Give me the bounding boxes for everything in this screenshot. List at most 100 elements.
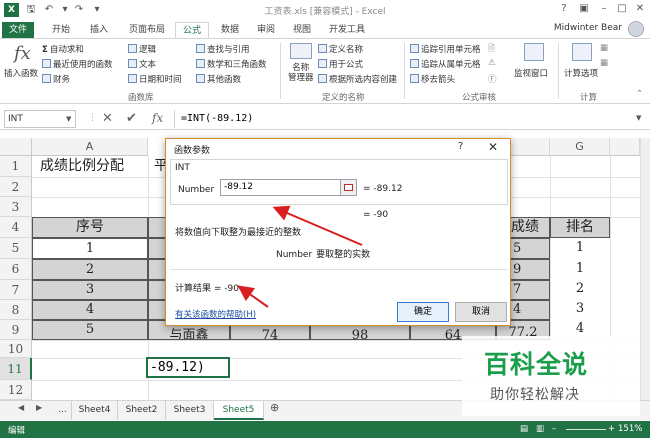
remove-arrows-button[interactable]: 移去箭头 bbox=[410, 73, 455, 85]
sheet-tab-sheet3[interactable]: Sheet3 bbox=[166, 401, 214, 420]
create-from-selection-button[interactable]: 根据所选内容创建 bbox=[318, 73, 397, 85]
name-box-dropdown-icon[interactable]: ▼ bbox=[66, 115, 71, 123]
cell-seq-5[interactable]: 5 bbox=[32, 320, 148, 340]
active-cell-b11[interactable]: -89.12) bbox=[146, 357, 230, 378]
cell-rank-3[interactable]: 2 bbox=[550, 280, 610, 300]
cell-title[interactable]: 成绩比例分配 bbox=[40, 156, 150, 177]
calculation-options-button[interactable]: 计算选项 bbox=[564, 67, 598, 79]
drag-handle-icon[interactable]: ⋮ bbox=[88, 113, 97, 123]
collapse-ribbon-icon[interactable]: ⌃ bbox=[636, 89, 643, 99]
minimize-icon[interactable]: – bbox=[596, 2, 612, 16]
math-trig-button[interactable]: 数学和三角函数 bbox=[196, 58, 267, 70]
date-time-button[interactable]: 日期和时间 bbox=[128, 73, 182, 85]
watch-window-button[interactable]: 监视窗口 bbox=[514, 67, 548, 79]
sheet-tab-sheet5[interactable]: Sheet5 bbox=[214, 401, 264, 420]
insert-function-button[interactable]: 插入函数 bbox=[4, 67, 38, 79]
cell-header-score[interactable]: 成绩 bbox=[510, 217, 550, 238]
cell-header-seq[interactable]: 序号 bbox=[32, 217, 148, 238]
calculate-sheet-icon[interactable]: ▦ bbox=[600, 58, 608, 68]
select-all-corner[interactable] bbox=[0, 138, 32, 156]
tab-data[interactable]: 数据 bbox=[213, 22, 247, 38]
autosum-button[interactable]: Σ 自动求和 bbox=[42, 43, 84, 55]
cell-seq-3[interactable]: 3 bbox=[32, 280, 148, 300]
show-formulas-icon[interactable]: 🗎 bbox=[488, 43, 495, 57]
row-header-7[interactable]: 7 bbox=[0, 280, 32, 300]
vertical-scrollbar[interactable] bbox=[640, 138, 650, 400]
row-header-8[interactable]: 8 bbox=[0, 300, 32, 320]
row-header-5[interactable]: 5 bbox=[0, 238, 32, 259]
cell-header-rank[interactable]: 排名 bbox=[550, 217, 610, 238]
avatar[interactable] bbox=[628, 21, 644, 37]
row-header-10[interactable]: 10 bbox=[0, 340, 32, 358]
tab-review[interactable]: 审阅 bbox=[249, 22, 283, 38]
cell-name-3[interactable] bbox=[148, 280, 166, 300]
ok-button[interactable]: 确定 bbox=[397, 302, 449, 322]
dialog-help-button[interactable]: ? bbox=[458, 141, 463, 152]
cell-rank-4[interactable]: 3 bbox=[550, 300, 610, 320]
sheet-add-icon[interactable]: ⊕ bbox=[270, 401, 279, 414]
column-header-a[interactable]: A bbox=[32, 138, 148, 156]
sheet-prev-icon[interactable]: ◀ bbox=[18, 403, 24, 412]
error-checking-icon[interactable]: ⚠ bbox=[488, 58, 496, 68]
cell-score-3[interactable]: 7 bbox=[510, 280, 550, 300]
define-name-button[interactable]: 定义名称 bbox=[318, 43, 363, 55]
text-button[interactable]: 文本 bbox=[128, 58, 156, 70]
cell-rank-2[interactable]: 1 bbox=[550, 259, 610, 280]
name-manager-button[interactable]: 名称 管理器 bbox=[288, 63, 314, 83]
close-icon[interactable]: ✕ bbox=[632, 2, 648, 16]
column-header-f[interactable] bbox=[510, 138, 550, 156]
cell-score-1[interactable]: 5 bbox=[510, 238, 550, 259]
row-header-11[interactable]: 11 bbox=[0, 358, 32, 380]
more-functions-button[interactable]: 其他函数 bbox=[196, 73, 241, 85]
cell-score-2[interactable]: 9 bbox=[510, 259, 550, 280]
insert-function-fx-icon[interactable]: fx bbox=[152, 111, 163, 125]
cell-name-1[interactable] bbox=[148, 238, 166, 259]
tab-developer[interactable]: 开发工具 bbox=[323, 22, 371, 38]
calculate-now-icon[interactable]: ▦ bbox=[600, 43, 608, 53]
normal-view-icon[interactable]: ▤ bbox=[520, 424, 528, 434]
tab-file[interactable]: 文件 bbox=[2, 22, 34, 38]
zoom-slider[interactable] bbox=[566, 429, 606, 430]
sheet-tab-sheet4[interactable]: Sheet4 bbox=[72, 401, 118, 420]
zoom-level[interactable]: 151% bbox=[618, 424, 642, 434]
name-manager-icon[interactable] bbox=[290, 43, 312, 59]
row-header-9[interactable]: 9 bbox=[0, 320, 32, 340]
cell-seq-2[interactable]: 2 bbox=[32, 259, 148, 280]
sheet-tab-sheet2[interactable]: Sheet2 bbox=[118, 401, 166, 420]
cell-rank-1[interactable]: 1 bbox=[550, 238, 610, 259]
tab-insert[interactable]: 插入 bbox=[82, 22, 116, 38]
dialog-close-button[interactable]: ✕ bbox=[488, 140, 498, 154]
row-header-1[interactable]: 1 bbox=[0, 156, 32, 177]
row-header-2[interactable]: 2 bbox=[0, 177, 32, 197]
help-button[interactable]: ? bbox=[556, 2, 572, 16]
calculator-icon[interactable] bbox=[572, 43, 592, 61]
zoom-in-icon[interactable]: + bbox=[608, 424, 615, 434]
row-header-6[interactable]: 6 bbox=[0, 259, 32, 280]
cell-name-2[interactable] bbox=[148, 259, 166, 280]
user-name[interactable]: Midwinter Bear bbox=[554, 23, 622, 33]
cell-seq-1[interactable]: 1 bbox=[32, 238, 148, 259]
row-header-4[interactable]: 4 bbox=[0, 217, 32, 238]
trace-precedents-button[interactable]: 追踪引用单元格 bbox=[410, 43, 481, 55]
page-layout-view-icon[interactable]: ▥ bbox=[536, 424, 544, 434]
logical-button[interactable]: 逻辑 bbox=[128, 43, 156, 55]
ribbon-display-icon[interactable]: ▣ bbox=[576, 2, 592, 16]
tab-home[interactable]: 开始 bbox=[44, 22, 78, 38]
cancel-button[interactable]: 取消 bbox=[455, 302, 507, 322]
sheet-more-tabs[interactable]: ... bbox=[54, 401, 72, 420]
formula-input[interactable]: =INT(-89.12) bbox=[174, 110, 644, 128]
trace-dependents-button[interactable]: 追踪从属单元格 bbox=[410, 58, 481, 70]
cell-name-4[interactable] bbox=[148, 300, 166, 320]
number-arg-input[interactable]: -89.12 bbox=[220, 179, 342, 196]
column-header-h[interactable] bbox=[610, 138, 640, 156]
row-header-3[interactable]: 3 bbox=[0, 197, 32, 217]
expand-formula-bar-icon[interactable]: ▼ bbox=[636, 114, 641, 122]
collapse-dialog-button[interactable] bbox=[340, 179, 357, 196]
tab-view[interactable]: 视图 bbox=[285, 22, 319, 38]
cell-seq-4[interactable]: 4 bbox=[32, 300, 148, 320]
use-in-formula-button[interactable]: 用于公式 bbox=[318, 58, 363, 70]
function-help-link[interactable]: 有关该函数的帮助(H) bbox=[175, 308, 256, 320]
maximize-icon[interactable]: □ bbox=[614, 2, 630, 16]
lookup-reference-button[interactable]: 查找与引用 bbox=[196, 43, 250, 55]
tab-page-layout[interactable]: 页面布局 bbox=[122, 22, 172, 38]
